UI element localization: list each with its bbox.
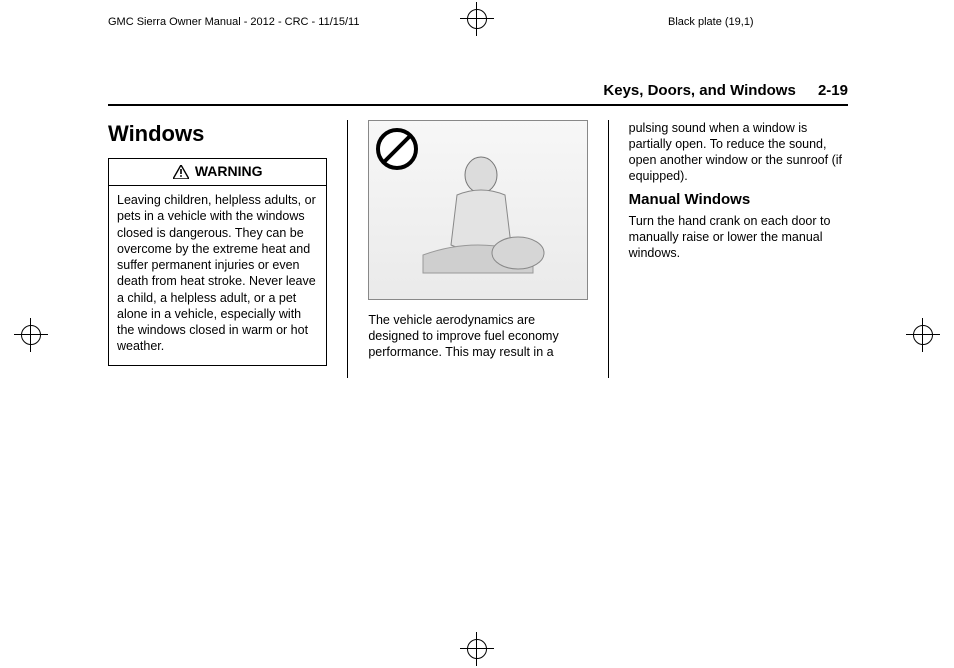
subsection-heading: Manual Windows bbox=[629, 190, 848, 209]
warning-body: Leaving children, helpless adults, or pe… bbox=[109, 186, 326, 365]
warning-triangle-icon bbox=[173, 165, 189, 179]
column-1: Windows WARNING Leaving children, helple… bbox=[108, 120, 327, 378]
continuation-text: pulsing sound when a window is partially… bbox=[629, 120, 848, 184]
registration-mark-icon bbox=[14, 318, 48, 352]
column-separator bbox=[347, 120, 348, 378]
illustration bbox=[368, 120, 587, 300]
header-rule bbox=[108, 104, 848, 106]
body-columns: Windows WARNING Leaving children, helple… bbox=[108, 120, 848, 378]
print-meta-left: GMC Sierra Owner Manual - 2012 - CRC - 1… bbox=[108, 16, 359, 28]
running-head: Keys, Doors, and Windows 2-19 bbox=[108, 82, 848, 99]
registration-mark-icon bbox=[460, 2, 494, 36]
warning-header: WARNING bbox=[109, 159, 326, 186]
page-root: GMC Sierra Owner Manual - 2012 - CRC - 1… bbox=[0, 0, 954, 668]
child-in-car-icon bbox=[403, 135, 553, 285]
print-meta-right: Black plate (19,1) bbox=[668, 16, 754, 28]
column-separator bbox=[608, 120, 609, 378]
column-3: pulsing sound when a window is partially… bbox=[629, 120, 848, 378]
illustration-caption: The vehicle aerodynamics are designed to… bbox=[368, 312, 587, 360]
warning-label: WARNING bbox=[195, 163, 263, 181]
warning-box: WARNING Leaving children, helpless adult… bbox=[108, 158, 327, 365]
registration-mark-icon bbox=[906, 318, 940, 352]
running-head-section: Keys, Doors, and Windows bbox=[603, 82, 795, 99]
registration-mark-icon bbox=[460, 632, 494, 666]
running-head-page: 2-19 bbox=[818, 82, 848, 99]
column-2: The vehicle aerodynamics are designed to… bbox=[368, 120, 587, 378]
section-heading: Windows bbox=[108, 120, 327, 148]
prohibit-icon bbox=[375, 127, 419, 171]
subsection-body: Turn the hand crank on each door to manu… bbox=[629, 213, 848, 261]
